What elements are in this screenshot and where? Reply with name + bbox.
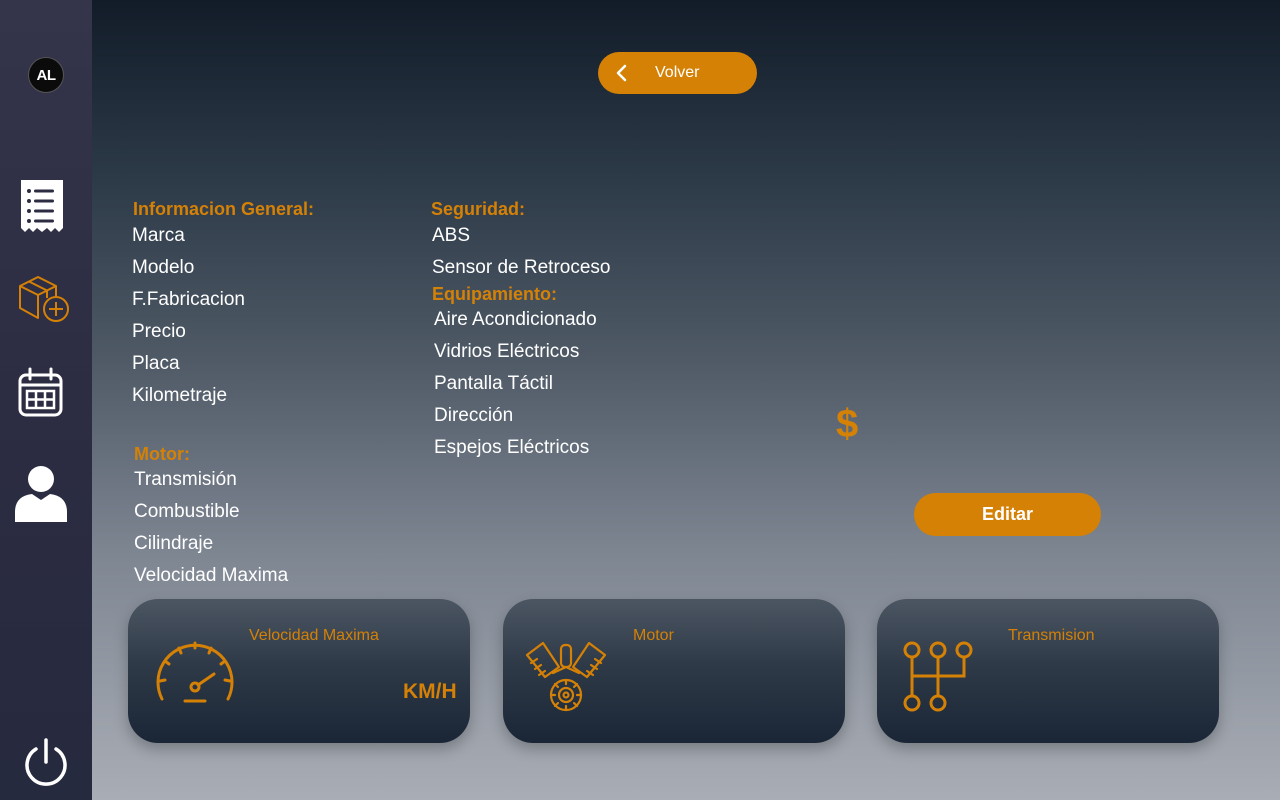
seguridad-section-title: Seguridad: — [431, 199, 526, 219]
engine-icon — [525, 641, 607, 712]
motor-item-transmision: Transmisión — [134, 469, 237, 490]
equipamiento-item-vidrios: Vidrios Eléctricos — [434, 341, 580, 362]
card-transmision-title: Transmision — [1008, 627, 1095, 644]
seguridad-item-abs: ABS — [432, 225, 471, 246]
motor-item-velocidad: Velocidad Maxima — [134, 565, 289, 586]
equipamiento-item-espejos: Espejos Eléctricos — [434, 437, 590, 458]
motor-item-combustible: Combustible — [134, 501, 240, 522]
general-item-modelo: Modelo — [132, 257, 195, 278]
calendar-icon[interactable] — [14, 366, 70, 422]
general-item-precio: Precio — [132, 321, 186, 342]
back-button[interactable]: Volver — [598, 52, 757, 94]
general-item-kilometraje: Kilometraje — [132, 385, 228, 406]
user-icon[interactable] — [12, 464, 70, 524]
price-symbol: $ — [836, 402, 859, 446]
logo: AL — [28, 57, 64, 93]
power-icon[interactable] — [22, 736, 70, 788]
speedometer-icon — [156, 641, 234, 703]
equipamiento-item-aire: Aire Acondicionado — [434, 309, 597, 330]
general-item-placa: Placa — [132, 353, 180, 374]
card-transmision: Transmision — [877, 599, 1219, 743]
gear-shift-icon — [903, 641, 973, 712]
seguridad-item-sensor: Sensor de Retroceso — [432, 257, 611, 278]
document-list-icon[interactable] — [14, 177, 70, 233]
motor-section-title: Motor: — [134, 444, 190, 464]
edit-button[interactable]: Editar — [914, 493, 1101, 536]
equipamiento-item-direccion: Dirección — [434, 405, 514, 426]
card-motor-title: Motor — [633, 627, 674, 644]
general-item-marca: Marca — [132, 225, 185, 246]
card-velocidad-unit: KM/H — [403, 680, 457, 703]
add-package-icon[interactable] — [14, 272, 70, 328]
equipamiento-section-title: Equipamiento: — [432, 284, 557, 304]
back-button-label: Volver — [655, 64, 700, 81]
motor-item-cilindraje: Cilindraje — [134, 533, 214, 554]
card-velocidad-maxima: Velocidad Maxima KM/H — [128, 599, 470, 743]
card-motor: Motor — [503, 599, 845, 743]
sidebar: AL — [0, 0, 92, 800]
chevron-left-icon — [616, 64, 627, 82]
equipamiento-item-pantalla: Pantalla Táctil — [434, 373, 553, 394]
card-velocidad-title: Velocidad Maxima — [249, 627, 379, 644]
general-item-fabricacion: F.Fabricacion — [132, 289, 245, 310]
general-section-title: Informacion General: — [133, 199, 315, 219]
